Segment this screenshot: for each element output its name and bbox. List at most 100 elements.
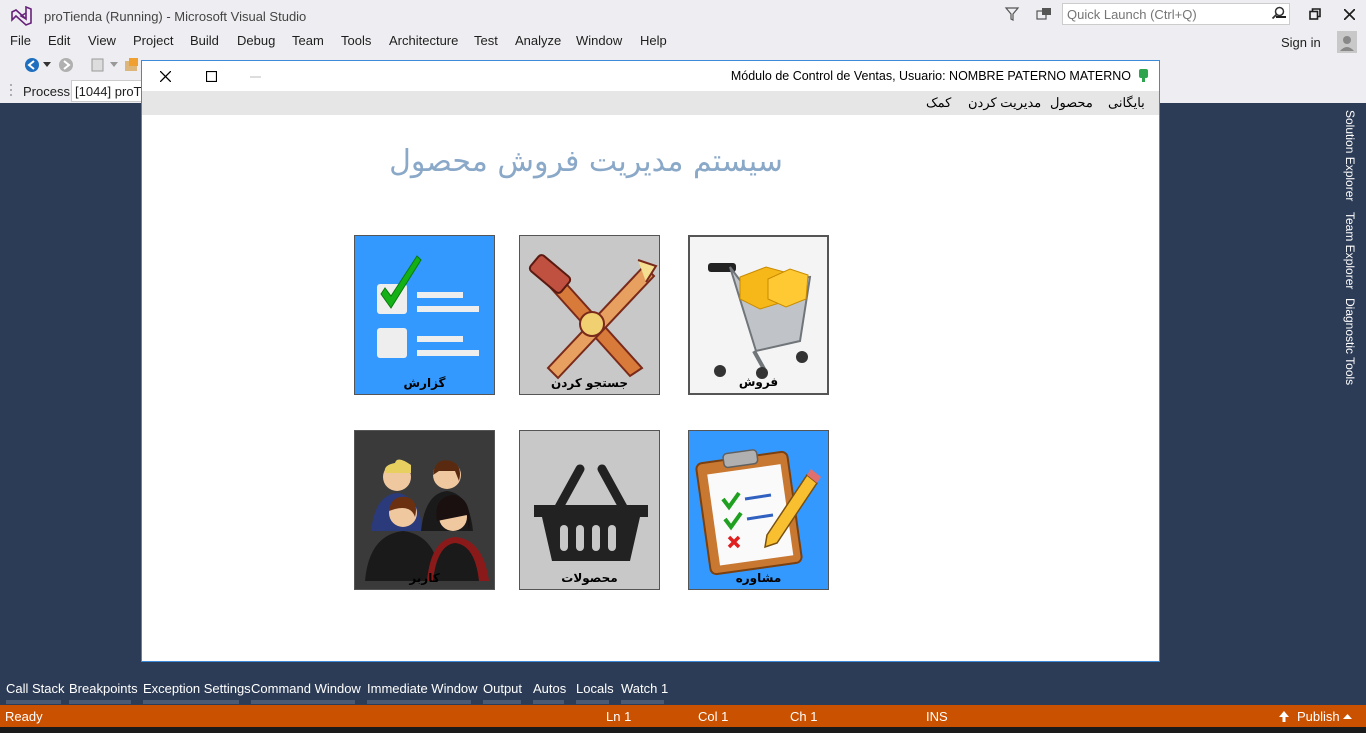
tool-window-tabs: Call Stack Breakpoints Exception Setting… [0, 674, 1366, 705]
tab-immediate-window[interactable]: Immediate Window [367, 681, 478, 696]
status-column: Col 1 [698, 709, 729, 724]
process-label: Process: [23, 84, 74, 99]
tab-underline [483, 700, 521, 704]
app-window-title: Módulo de Control de Ventas, Usuario: NO… [730, 69, 1131, 83]
user-tile[interactable]: کاربر [354, 430, 495, 590]
search-tile-label: جستجو کردن [551, 376, 628, 390]
menu-test[interactable]: Test [474, 33, 498, 48]
chevron-down-icon[interactable] [43, 62, 51, 68]
app-close-button[interactable] [152, 67, 178, 85]
chevron-up-icon[interactable] [1343, 714, 1352, 720]
user-icon [1340, 36, 1354, 51]
app-minimize-button[interactable] [242, 67, 268, 85]
menu-analyze[interactable]: Analyze [515, 33, 561, 48]
app-menu-bar: بایگانی محصول مدیریت کردن کمک [142, 91, 1159, 115]
restore-button[interactable] [1298, 0, 1332, 28]
tab-command-window[interactable]: Command Window [251, 681, 361, 696]
menu-debug[interactable]: Debug [237, 33, 275, 48]
close-icon [1343, 8, 1355, 20]
tab-underline [143, 700, 239, 704]
shopping-cart-icon [708, 263, 812, 379]
new-project-icon[interactable] [90, 57, 106, 73]
account-icon[interactable] [1337, 31, 1357, 53]
tab-watch-1[interactable]: Watch 1 [621, 681, 668, 696]
notifications-icon[interactable] [1036, 6, 1052, 22]
navigate-back-icon[interactable] [24, 57, 40, 73]
report-checklist-icon [377, 255, 479, 358]
toolbar-grip-icon [10, 84, 12, 96]
status-insert-mode: INS [926, 709, 948, 724]
users-icon [365, 459, 489, 581]
open-file-icon[interactable] [124, 57, 140, 73]
tab-underline [533, 700, 564, 704]
products-tile-label: محصولات [561, 571, 618, 585]
quick-launch-input[interactable] [1063, 4, 1263, 24]
menu-edit[interactable]: Edit [48, 33, 70, 48]
vs-title-bar: proTienda (Running) - Microsoft Visual S… [0, 0, 1366, 31]
close-button[interactable] [1332, 0, 1366, 28]
tab-exception-settings[interactable]: Exception Settings [143, 681, 251, 696]
report-tile[interactable]: گزارش [354, 235, 495, 395]
menu-window[interactable]: Window [576, 33, 622, 48]
quick-launch-box[interactable] [1062, 3, 1290, 25]
tab-output[interactable]: Output [483, 681, 522, 696]
chevron-down-icon[interactable] [110, 62, 118, 68]
menu-project[interactable]: Project [133, 33, 173, 48]
menu-view[interactable]: View [88, 33, 116, 48]
app-icon [1139, 69, 1148, 82]
navigate-forward-icon[interactable] [58, 57, 74, 73]
status-bar: Ready Ln 1 Col 1 Ch 1 INS Publish [0, 705, 1366, 727]
tab-underline [69, 700, 131, 704]
taskbar-edge [0, 727, 1366, 733]
app-window: Módulo de Control de Ventas, Usuario: NO… [141, 60, 1160, 662]
search-tile[interactable]: جستجو کردن [519, 235, 660, 395]
status-ready: Ready [5, 709, 43, 724]
tab-call-stack[interactable]: Call Stack [6, 681, 65, 696]
basket-icon [534, 464, 648, 561]
app-menu-archive[interactable]: بایگانی [1108, 95, 1145, 111]
tab-underline [621, 700, 664, 704]
tab-locals[interactable]: Locals [576, 681, 614, 696]
restore-icon [1309, 8, 1321, 20]
tools-icon [528, 254, 658, 380]
tab-breakpoints[interactable]: Breakpoints [69, 681, 138, 696]
tab-team-explorer[interactable]: Team Explorer [1343, 212, 1357, 289]
sales-tile-label: فروش [738, 375, 779, 389]
app-menu-manage[interactable]: مدیریت کردن [968, 95, 1041, 111]
status-char: Ch 1 [790, 709, 818, 724]
publish-arrow-icon[interactable] [1278, 710, 1290, 723]
sales-tile[interactable]: فروش [688, 235, 829, 395]
tab-diagnostic-tools[interactable]: Diagnostic Tools [1343, 298, 1357, 385]
menu-build[interactable]: Build [190, 33, 219, 48]
tab-underline [6, 700, 61, 704]
publish-button[interactable]: Publish [1297, 709, 1340, 724]
consultation-tile-label: مشاوره [735, 571, 782, 585]
sign-in-link[interactable]: Sign in [1281, 35, 1321, 50]
tab-underline [251, 700, 355, 704]
products-tile[interactable]: محصولات [519, 430, 660, 590]
tab-solution-explorer[interactable]: Solution Explorer [1343, 110, 1357, 201]
menu-file[interactable]: File [10, 33, 31, 48]
user-tile-label: کاربر [409, 571, 440, 585]
app-menu-product[interactable]: محصول [1050, 95, 1093, 111]
maximize-icon [205, 70, 217, 82]
window-title: proTienda (Running) - Microsoft Visual S… [44, 9, 307, 24]
minimize-button[interactable] [1264, 0, 1298, 28]
menu-team[interactable]: Team [292, 33, 324, 48]
feedback-filter-icon[interactable] [1004, 6, 1020, 22]
clipboard-icon [695, 449, 821, 576]
minimize-icon [1276, 16, 1286, 18]
page-title: سیستم مدیریت فروش محصول [389, 144, 783, 179]
menu-tools[interactable]: Tools [341, 33, 371, 48]
menu-bar: File Edit View Project Build Debug Team … [0, 31, 1366, 53]
tab-underline [576, 700, 609, 704]
menu-help[interactable]: Help [640, 33, 667, 48]
menu-architecture[interactable]: Architecture [389, 33, 458, 48]
app-menu-help[interactable]: کمک [926, 95, 951, 111]
consultation-tile[interactable]: مشاوره [688, 430, 829, 590]
tab-autos[interactable]: Autos [533, 681, 566, 696]
app-title-bar: Módulo de Control de Ventas, Usuario: NO… [142, 61, 1159, 91]
minimize-icon [249, 76, 261, 77]
app-maximize-button[interactable] [198, 67, 224, 85]
tab-underline [367, 700, 471, 704]
